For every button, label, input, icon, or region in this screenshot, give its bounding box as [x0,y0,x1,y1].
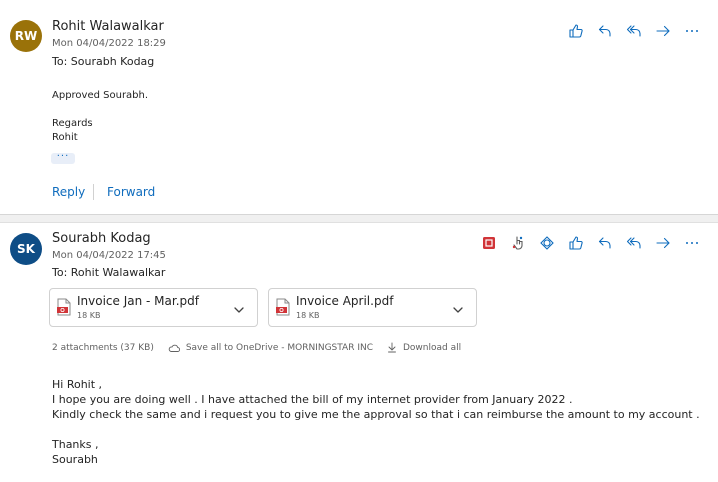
reply-icon[interactable] [590,233,619,253]
pdf-file-icon [57,298,71,320]
save-all-label: Save all to OneDrive - MORNINGSTAR INC [185,342,373,353]
finger-pointer-icon[interactable] [503,233,532,253]
recipient-line: To: Rohit Walawalkar [52,266,166,279]
body-line: Kindly check the same and i request you … [52,408,700,421]
body-line: Rohit [52,132,78,143]
like-icon[interactable] [561,21,590,41]
message-separator [0,215,718,223]
chevron-down-icon[interactable] [233,301,245,320]
download-icon [388,342,396,353]
avatar[interactable]: RW [10,20,42,52]
attachment-card[interactable]: Invoice April.pdf 18 KB [268,288,477,327]
message-sourabh: SK Sourabh Kodag Mon 04/04/2022 17:45 To… [0,223,718,482]
avatar[interactable]: SK [10,233,42,265]
sender-name[interactable]: Rohit Walawalkar [52,19,164,34]
forward-icon[interactable] [648,21,677,41]
more-icon[interactable] [677,21,706,41]
download-all-button[interactable]: Download all [387,342,461,353]
message-actions [474,233,706,253]
save-to-onedrive-button[interactable]: Save all to OneDrive - MORNINGSTAR INC [168,343,373,353]
attachment-size: 18 KB [296,311,320,320]
show-more-button[interactable]: ··· [51,152,75,164]
reply-button[interactable]: Reply [52,185,85,199]
message-rohit: RW Rohit Walawalkar Mon 04/04/2022 18:29… [0,0,718,215]
like-icon[interactable] [561,233,590,253]
reply-icon[interactable] [590,21,619,41]
forward-button[interactable]: Forward [107,185,155,199]
body-line: Thanks , [52,438,99,451]
message-date: Mon 04/04/2022 18:29 [52,38,166,49]
body-line: Sourabh [52,453,98,466]
chevron-down-icon[interactable] [452,301,464,320]
more-icon[interactable] [677,233,706,253]
attachment-card[interactable]: Invoice Jan - Mar.pdf 18 KB [49,288,258,327]
recipient-line: To: Sourabh Kodag [52,55,155,68]
sender-name[interactable]: Sourabh Kodag [52,231,151,246]
message-actions [561,21,706,41]
body-line-blank [52,422,700,437]
loop-icon[interactable] [532,233,561,253]
attachment-summary: 2 attachments (37 KB) [52,342,154,353]
reply-all-icon[interactable] [619,233,648,253]
reply-all-icon[interactable] [619,21,648,41]
attachment-name: Invoice Jan - Mar.pdf [77,294,199,308]
cloud-icon [168,344,180,352]
forward-icon[interactable] [648,233,677,253]
body-line-blank [52,103,148,117]
body-line: Approved Sourabh. [52,90,149,101]
download-all-label: Download all [403,342,462,353]
red-app-icon[interactable] [474,233,503,253]
body-line: I hope you are doing well . I have attac… [52,393,573,406]
body-line: Hi Rohit , [52,378,103,391]
body-line: Regards [52,118,93,129]
divider [93,184,94,200]
attachment-bar: 2 attachments (37 KB) Save all to OneDri… [52,342,461,353]
attachment-name: Invoice April.pdf [296,294,394,308]
attachment-size: 18 KB [77,311,101,320]
message-body: Approved Sourabh. Regards Rohit [52,89,148,145]
message-body: Hi Rohit , I hope you are doing well . I… [52,377,700,467]
pdf-file-icon [276,298,290,320]
message-date: Mon 04/04/2022 17:45 [52,250,166,261]
